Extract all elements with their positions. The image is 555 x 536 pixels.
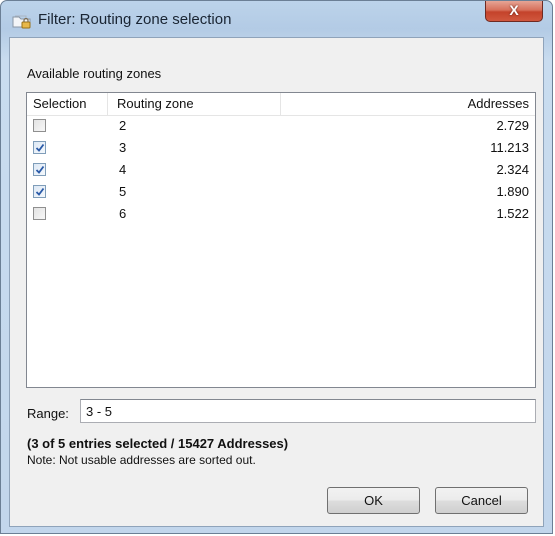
column-header-addresses[interactable]: Addresses [468,93,529,115]
dialog-window: Filter: Routing zone selection X Availab… [0,0,553,534]
routing-zone-cell: 2 [119,118,127,133]
note-text: Note: Not usable addresses are sorted ou… [27,453,256,467]
check-icon [35,165,45,174]
routing-zone-cell: 4 [119,162,127,177]
routing-zone-cell: 6 [119,206,127,221]
routing-zone-cell: 5 [119,184,127,199]
dialog-client-area: Available routing zones Selection Routin… [9,37,544,527]
check-icon [35,143,45,152]
available-zones-label: Available routing zones [27,66,162,81]
routing-zone-list[interactable]: Selection Routing zone Addresses 2 2.729… [26,92,536,388]
close-icon: X [509,2,519,18]
close-button[interactable]: X [485,1,543,22]
cancel-button[interactable]: Cancel [435,487,528,514]
row-checkbox[interactable] [33,119,46,132]
column-header-routing-zone[interactable]: Routing zone [117,93,194,115]
selection-summary: (3 of 5 entries selected / 15427 Address… [27,436,289,451]
check-icon [35,187,45,196]
addresses-cell: 1.890 [496,184,529,199]
row-checkbox[interactable] [33,141,46,154]
table-row[interactable]: 3 11.213 [27,137,535,158]
column-divider[interactable] [107,93,108,115]
title-bar[interactable]: Filter: Routing zone selection X [1,1,554,37]
dialog-title: Filter: Routing zone selection [38,11,232,28]
column-divider[interactable] [280,93,281,115]
row-checkbox[interactable] [33,185,46,198]
table-row[interactable]: 6 1.522 [27,203,535,224]
table-row[interactable]: 5 1.890 [27,181,535,202]
addresses-cell: 2.729 [496,118,529,133]
table-row[interactable]: 2 2.729 [27,115,535,136]
addresses-cell: 1.522 [496,206,529,221]
range-input[interactable] [80,399,536,423]
range-label: Range: [27,406,69,421]
row-checkbox[interactable] [33,207,46,220]
column-header-selection[interactable]: Selection [33,93,86,115]
routing-zone-cell: 3 [119,140,127,155]
ok-button[interactable]: OK [327,487,420,514]
addresses-cell: 2.324 [496,162,529,177]
folder-filter-icon [12,11,32,29]
row-checkbox[interactable] [33,163,46,176]
list-header: Selection Routing zone Addresses [27,93,535,116]
table-row[interactable]: 4 2.324 [27,159,535,180]
addresses-cell: 11.213 [490,140,529,155]
